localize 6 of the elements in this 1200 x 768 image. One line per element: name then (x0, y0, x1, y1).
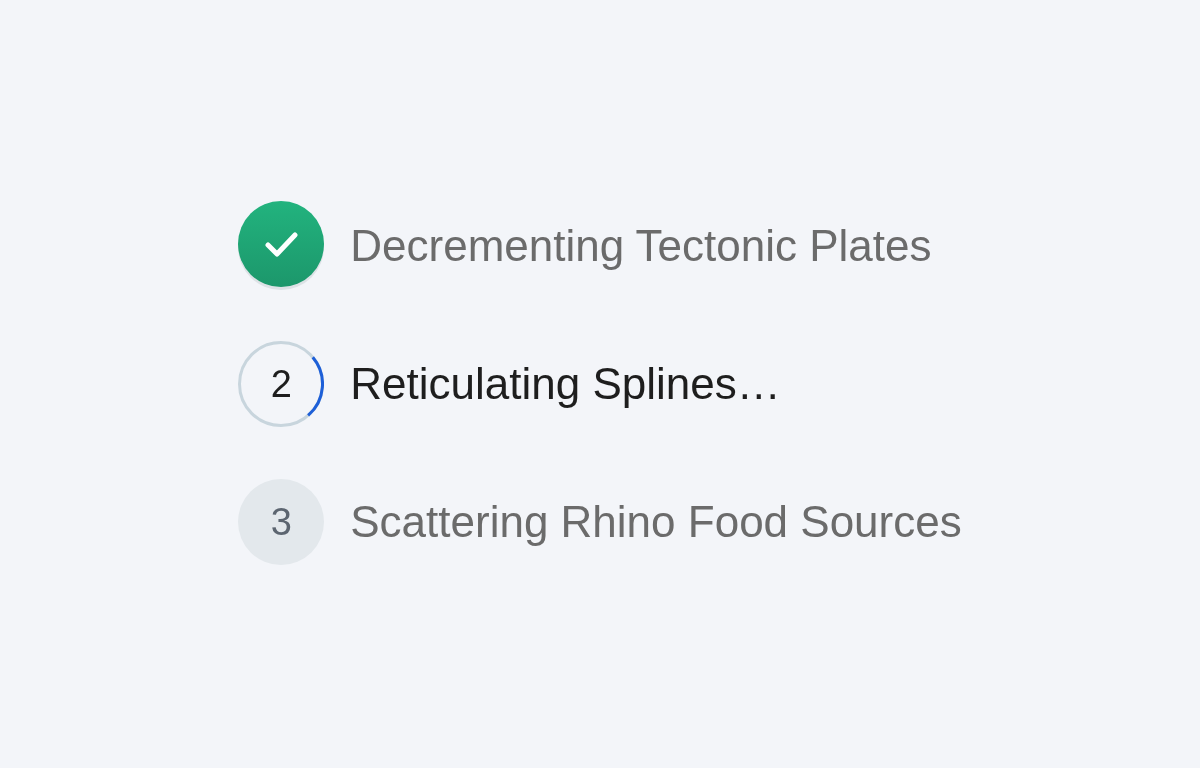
step-label: Decrementing Tectonic Plates (350, 224, 932, 268)
step-label: Reticulating Splines… (350, 362, 781, 406)
step-label: Scattering Rhino Food Sources (350, 500, 962, 544)
step-number: 2 (270, 365, 292, 403)
check-circle-icon (238, 201, 325, 291)
step-number: 3 (238, 479, 325, 565)
